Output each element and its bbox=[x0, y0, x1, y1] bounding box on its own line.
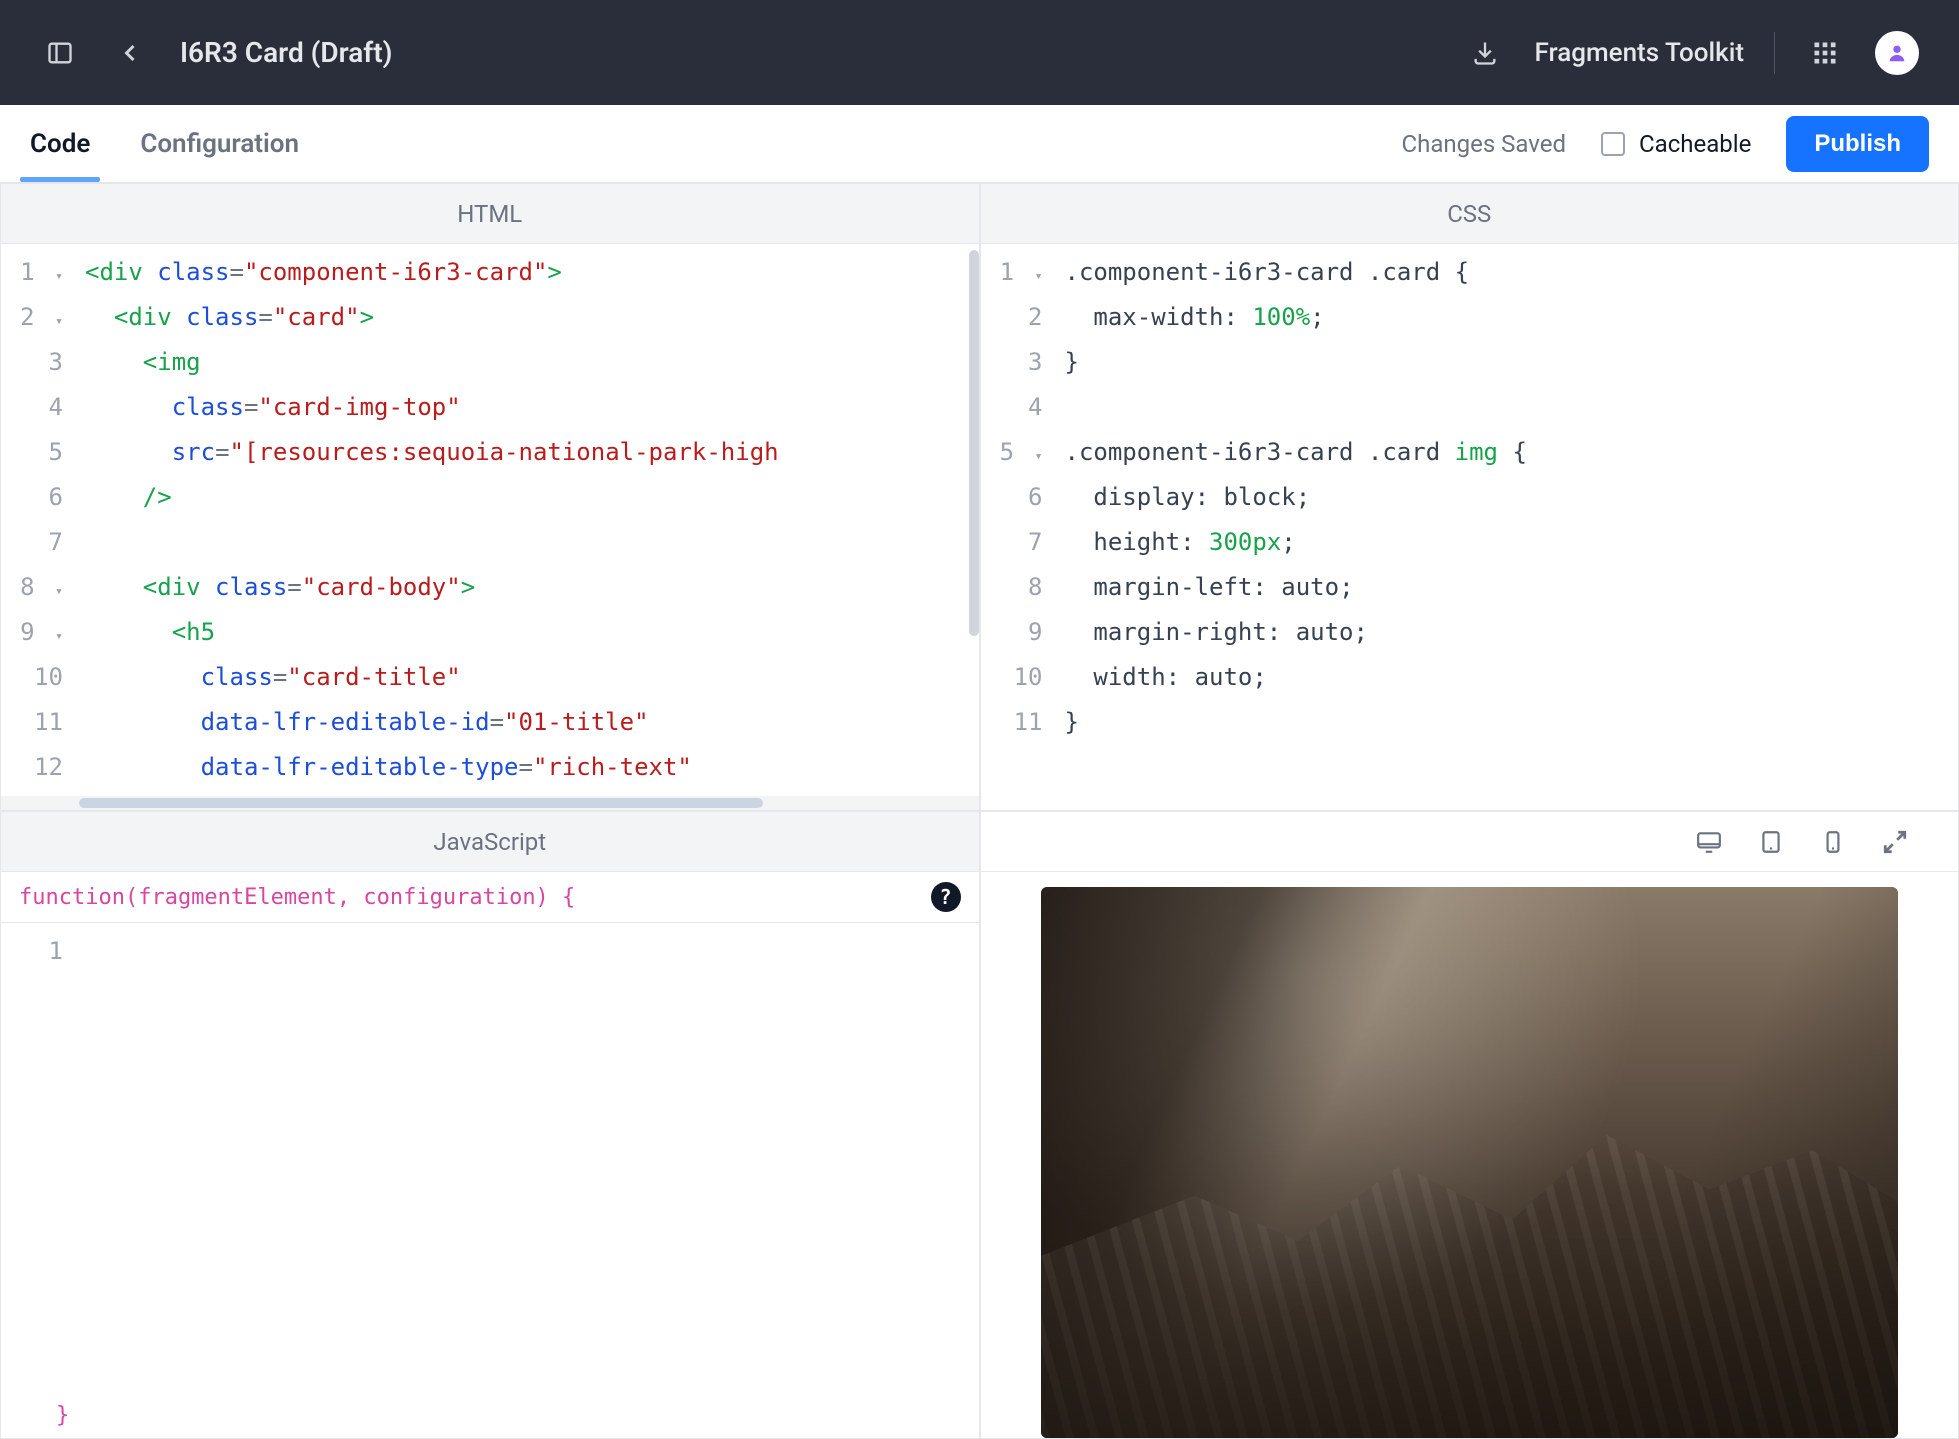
checkbox-icon[interactable] bbox=[1601, 132, 1625, 156]
avatar[interactable] bbox=[1875, 31, 1919, 75]
save-status: Changes Saved bbox=[1401, 130, 1566, 158]
download-icon[interactable] bbox=[1465, 33, 1505, 73]
cacheable-toggle[interactable]: Cacheable bbox=[1601, 130, 1751, 158]
preview-toolbar bbox=[981, 812, 1959, 872]
tab-code[interactable]: Code bbox=[30, 107, 90, 181]
pane-css: CSS 1 ▾2345 ▾67891011.component-i6r3-car… bbox=[980, 183, 1959, 811]
mobile-icon[interactable] bbox=[1820, 829, 1846, 855]
publish-button[interactable]: Publish bbox=[1786, 116, 1929, 172]
js-sig-text: function(fragmentElement, configuration)… bbox=[19, 885, 575, 910]
page-title: I6R3 Card (Draft) bbox=[180, 36, 392, 69]
js-function-close: } bbox=[1, 1403, 979, 1438]
back-icon[interactable] bbox=[110, 33, 150, 73]
pane-html-title: HTML bbox=[1, 184, 979, 244]
pane-css-title: CSS bbox=[981, 184, 1959, 244]
tab-configuration[interactable]: Configuration bbox=[140, 107, 299, 181]
html-editor[interactable]: 1 ▾2 ▾345678 ▾9 ▾101112<div class="compo… bbox=[1, 244, 979, 796]
pane-js-title: JavaScript bbox=[1, 812, 979, 872]
help-icon[interactable]: ? bbox=[931, 882, 961, 912]
preview-image bbox=[1041, 887, 1899, 1438]
pane-js: JavaScript function(fragmentElement, con… bbox=[0, 811, 980, 1439]
topbar: I6R3 Card (Draft) Fragments Toolkit bbox=[0, 0, 1959, 105]
apps-grid-icon[interactable] bbox=[1805, 33, 1845, 73]
js-function-signature: function(fragmentElement, configuration)… bbox=[1, 872, 979, 923]
desktop-icon[interactable] bbox=[1696, 829, 1722, 855]
subnav: Code Configuration Changes Saved Cacheab… bbox=[0, 105, 1959, 183]
scrollbar-horizontal[interactable] bbox=[1, 796, 979, 810]
pane-preview bbox=[980, 811, 1959, 1439]
panel-toggle-icon[interactable] bbox=[40, 33, 80, 73]
expand-icon[interactable] bbox=[1882, 829, 1908, 855]
js-editor[interactable]: 1 bbox=[1, 923, 979, 1403]
divider bbox=[1774, 32, 1775, 74]
pane-html: HTML 1 ▾2 ▾345678 ▾9 ▾101112<div class="… bbox=[0, 183, 980, 811]
scrollbar-vertical[interactable] bbox=[969, 250, 979, 636]
css-editor[interactable]: 1 ▾2345 ▾67891011.component-i6r3-card .c… bbox=[981, 244, 1959, 810]
tablet-icon[interactable] bbox=[1758, 829, 1784, 855]
cacheable-label: Cacheable bbox=[1639, 130, 1751, 158]
preview-body bbox=[981, 872, 1959, 1438]
toolkit-label[interactable]: Fragments Toolkit bbox=[1535, 38, 1744, 68]
editor-grid: HTML 1 ▾2 ▾345678 ▾9 ▾101112<div class="… bbox=[0, 183, 1959, 1439]
